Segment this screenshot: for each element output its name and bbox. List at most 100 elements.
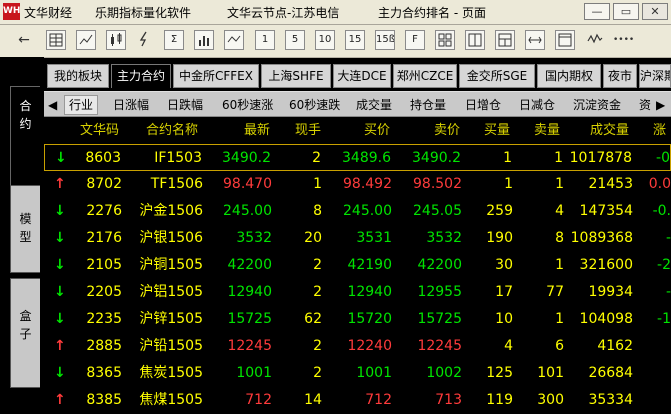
- table-row[interactable]: ↓ 2205 沪铝1505 12940 2 12940 12955 17 77 19934 -: [44, 279, 671, 306]
- cell-last: 12940: [227, 284, 272, 300]
- header-hand[interactable]: 现手: [295, 121, 321, 141]
- cell-bid: 245.00: [343, 203, 392, 219]
- line-chart-icon[interactable]: [76, 30, 96, 50]
- cell-bid: 12240: [347, 338, 392, 354]
- minimize-button[interactable]: —: [584, 3, 610, 20]
- up-arrow-icon: ↑: [54, 338, 66, 354]
- sort-tab-daily-gain[interactable]: 日涨幅: [113, 95, 149, 115]
- cell-bid: 3489.6: [342, 150, 391, 166]
- sort-tab-industry[interactable]: 行业: [64, 95, 99, 115]
- close-button[interactable]: ✕: [642, 3, 668, 20]
- header-code[interactable]: 文华码: [80, 121, 119, 141]
- cell-bidv: 10: [495, 311, 513, 327]
- cell-vol: 21453: [588, 176, 633, 192]
- period-15-button[interactable]: 15: [345, 30, 365, 50]
- sort-right-arrow-icon[interactable]: ▶: [656, 95, 665, 115]
- cell-code: 8702: [86, 176, 122, 192]
- cell-bidv: 259: [486, 203, 513, 219]
- cell-name: 沪铅1505: [139, 338, 203, 354]
- table-row[interactable]: ↓ 8365 焦炭1505 1001 2 1001 1002 125 101 26684: [44, 360, 671, 387]
- cell-bidv: 1: [503, 150, 512, 166]
- trend-icon[interactable]: [224, 30, 244, 50]
- cell-chg: -1: [657, 311, 671, 327]
- bar-chart-icon[interactable]: [194, 30, 214, 50]
- header-volume[interactable]: 成交量: [590, 121, 629, 141]
- tab-my-sectors[interactable]: 我的板块: [47, 64, 109, 88]
- table-row[interactable]: ↓ 2235 沪锌1505 15725 62 15720 15725 10 1 104098 -1: [44, 306, 671, 333]
- table-row[interactable]: ↓ 2176 沪银1506 3532 20 3531 3532 190 8 1089368 -: [44, 225, 671, 252]
- wave-icon[interactable]: [585, 30, 605, 50]
- down-arrow-icon: ↓: [54, 284, 66, 300]
- sort-tab-open-interest[interactable]: 持仓量: [410, 95, 446, 115]
- tab-domestic-options[interactable]: 国内期权: [537, 64, 601, 88]
- cell-bidv: 17: [495, 284, 513, 300]
- candlestick-icon[interactable]: [106, 30, 126, 50]
- cell-name: 沪铝1505: [139, 284, 203, 300]
- tab-czce[interactable]: 郑州CZCE: [393, 64, 457, 88]
- cell-last: 42200: [227, 257, 272, 273]
- sort-tab-more[interactable]: 资: [639, 95, 651, 115]
- cell-last: 15725: [227, 311, 272, 327]
- header-bid[interactable]: 买价: [364, 121, 390, 141]
- tab-sge[interactable]: 金交所SGE: [459, 64, 535, 88]
- period-5-button[interactable]: 5: [285, 30, 305, 50]
- tab-cffex[interactable]: 中金所CFFEX: [173, 64, 259, 88]
- cell-name: IF1503: [154, 150, 202, 166]
- grid-icon[interactable]: [435, 30, 455, 50]
- table-icon[interactable]: [46, 30, 66, 50]
- tab-shsz-futures[interactable]: 沪深期: [639, 64, 671, 88]
- window-title: 主力合约排名 - 页面: [378, 6, 486, 20]
- sort-tab-daily-reduce[interactable]: 日减仓: [519, 95, 555, 115]
- period-15b-button[interactable]: 15ß: [375, 30, 395, 50]
- table-row[interactable]: ↑ 8702 TF1506 98.470 1 98.492 98.502 1 1 21453 0.0: [44, 171, 671, 198]
- header-contract-name[interactable]: 合约名称: [146, 121, 198, 141]
- cell-code: 2176: [86, 230, 122, 246]
- sort-tab-daily-add[interactable]: 日增仓: [465, 95, 501, 115]
- tab-dce[interactable]: 大连DCE: [333, 64, 391, 88]
- cell-code: 8603: [85, 150, 121, 166]
- sum-icon[interactable]: Σ: [164, 30, 184, 50]
- tab-night-market[interactable]: 夜市: [603, 64, 637, 88]
- restore-button[interactable]: ▭: [613, 3, 639, 20]
- tab-main-contracts[interactable]: 主力合约: [111, 64, 171, 88]
- cell-ask: 98.502: [413, 176, 462, 192]
- down-arrow-icon: ↓: [55, 150, 67, 166]
- layout-icon[interactable]: [495, 30, 515, 50]
- down-arrow-icon: ↓: [54, 365, 66, 381]
- more-icon[interactable]: ••••: [613, 30, 634, 50]
- f-button[interactable]: F: [405, 30, 425, 50]
- cell-askv: 1: [555, 257, 564, 273]
- header-ask[interactable]: 卖价: [434, 121, 460, 141]
- back-arrow-icon[interactable]: ←: [14, 30, 34, 50]
- cell-name: 焦炭1505: [139, 365, 203, 381]
- header-ask-volume[interactable]: 卖量: [534, 121, 560, 141]
- table-row[interactable]: ↓ 8603 IF1503 3490.2 2 3489.6 3490.2 1 1 1017878 -…: [44, 144, 671, 171]
- sort-tab-capital[interactable]: 沉淀资金: [573, 95, 621, 115]
- left-tab-boxes[interactable]: 盒子: [10, 278, 40, 388]
- cell-bid: 12940: [347, 284, 392, 300]
- header-change[interactable]: 涨: [653, 121, 666, 141]
- sort-tab-60s-rise[interactable]: 60秒速涨: [222, 95, 273, 115]
- left-tab-contracts[interactable]: 合约: [10, 86, 40, 201]
- sort-tab-daily-loss[interactable]: 日跌幅: [167, 95, 203, 115]
- cell-chg: -: [665, 284, 671, 300]
- table-row[interactable]: ↓ 2105 沪铜1505 42200 2 42190 42200 30 1 321600 -2: [44, 252, 671, 279]
- header-bid-volume[interactable]: 买量: [484, 121, 510, 141]
- cell-bidv: 190: [486, 230, 513, 246]
- cycle-icon[interactable]: [525, 30, 545, 50]
- period-10-button[interactable]: 10: [315, 30, 335, 50]
- tab-shfe[interactable]: 上海SHFE: [261, 64, 331, 88]
- table-row[interactable]: ↑ 2885 沪铅1505 12245 2 12240 12245 4 6 4162: [44, 333, 671, 360]
- left-tab-models[interactable]: 模型: [10, 185, 40, 273]
- cell-chg: -2: [657, 257, 671, 273]
- lightning-icon[interactable]: [134, 30, 154, 50]
- header-last[interactable]: 最新: [244, 121, 270, 141]
- period-1-button[interactable]: 1: [255, 30, 275, 50]
- sort-left-arrow-icon[interactable]: ◀: [48, 95, 57, 115]
- cell-code: 2205: [86, 284, 122, 300]
- table-row[interactable]: ↓ 2276 沪金1506 245.00 8 245.00 245.05 259 4 147354…: [44, 198, 671, 225]
- window-icon[interactable]: [555, 30, 575, 50]
- split-view-icon[interactable]: [465, 30, 485, 50]
- sort-tab-60s-fall[interactable]: 60秒速跌: [289, 95, 340, 115]
- sort-tab-volume[interactable]: 成交量: [356, 95, 392, 115]
